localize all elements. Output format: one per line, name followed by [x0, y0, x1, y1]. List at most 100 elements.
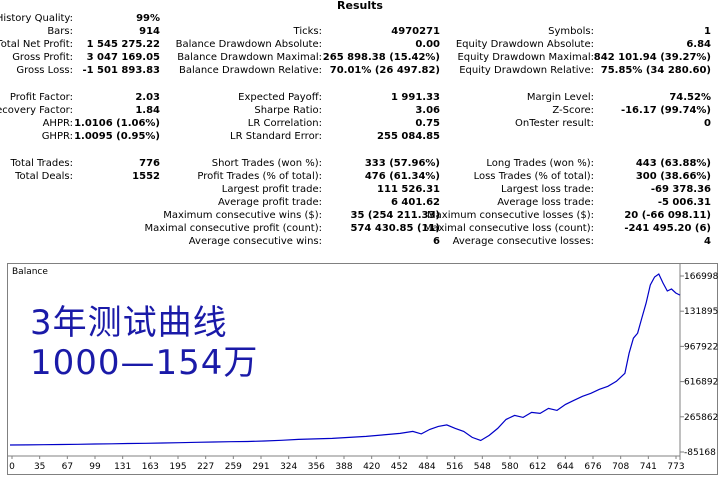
- r2-c2v: 0.00: [415, 39, 440, 50]
- r0-c1v: 99%: [136, 13, 160, 24]
- r10-c3v: 300 (38.66%): [635, 171, 711, 182]
- r12-c2v: 6 401.62: [390, 197, 440, 208]
- r1-c1l: Bars:: [47, 26, 73, 37]
- r3-c2v: 265 898.38 (15.42%): [322, 52, 440, 63]
- overlay-caption-line1: 3年测试曲线: [30, 303, 228, 343]
- r9-c1v: 776: [139, 158, 160, 169]
- r7-c3l: OnTester result:: [514, 118, 594, 129]
- results-stats-table: History Quality: 99% Bars: 914 Ticks: 4970271…: [0, 10, 720, 260]
- r10-c1v: 1552: [132, 171, 160, 182]
- r15-c3l: Average consecutive losses:: [452, 236, 594, 247]
- x-tick-label: 35: [34, 462, 45, 472]
- r12-c3l: Average loss trade:: [497, 197, 594, 208]
- y-tick-label: 265862: [684, 413, 718, 423]
- x-tick-label: 516: [446, 462, 463, 472]
- r8-c1v: 1.0095 (0.95%): [74, 131, 160, 142]
- x-tick-label: 452: [391, 462, 408, 472]
- r6-c2l: Sharpe Ratio:: [254, 105, 322, 116]
- r10-c3l: Loss Trades (% of total):: [473, 171, 594, 182]
- r7-c2l: LR Correlation:: [247, 118, 322, 129]
- r13-c3l: Maximum consecutive losses ($):: [427, 210, 594, 221]
- r10-c2l: Profit Trades (% of total):: [197, 171, 322, 182]
- r1-c1v: 914: [139, 26, 160, 37]
- r11-c2v: 111 526.31: [377, 184, 440, 195]
- r15-c3v: 4: [704, 236, 711, 247]
- r12-c2l: Average profit trade:: [217, 197, 322, 208]
- x-tick-label: 644: [557, 462, 574, 472]
- y-tick-label: 1669982: [684, 272, 719, 282]
- r2-c1l: Total Net Profit:: [0, 39, 73, 50]
- x-tick-label: 227: [197, 462, 214, 472]
- r13-c3v: 20 (-66 098.11): [624, 210, 711, 221]
- r6-c1v: 1.84: [135, 105, 160, 116]
- x-tick-label: 291: [252, 462, 269, 472]
- r3-c1l: Gross Profit:: [12, 52, 73, 63]
- x-tick-label: 388: [335, 462, 352, 472]
- x-tick-label: 548: [474, 462, 491, 472]
- r15-c2v: 6: [433, 236, 440, 247]
- r2-c3l: Equity Drawdown Absolute:: [455, 39, 594, 50]
- x-tick-label: 484: [418, 462, 435, 472]
- r14-c2l: Maximal consecutive profit (count):: [144, 223, 322, 234]
- x-tick-label: 131: [114, 462, 131, 472]
- x-tick-label: 0: [9, 462, 15, 472]
- r14-c3v: -241 495.20 (6): [624, 223, 711, 234]
- y-tick-label: 616892: [684, 378, 718, 388]
- r7-c3v: 0: [704, 118, 711, 129]
- r7-c1v: 1.0106 (1.06%): [74, 118, 160, 129]
- x-tick-label: 99: [89, 462, 101, 472]
- r5-c1v: 2.03: [135, 92, 160, 103]
- r9-c3l: Long Trades (won %):: [486, 158, 594, 169]
- r9-c1l: Total Trades:: [10, 158, 74, 169]
- r5-c3v: 74.52%: [669, 92, 711, 103]
- r14-c3l: Maximal consecutive loss (count):: [423, 223, 594, 234]
- r10-c1l: Total Deals:: [15, 171, 73, 182]
- r11-c3v: -69 378.36: [650, 184, 711, 195]
- r1-c3v: 1: [704, 26, 711, 37]
- r1-c2l: Ticks:: [293, 26, 322, 37]
- x-tick-label: 259: [225, 462, 242, 472]
- r4-c1v: -1 501 893.83: [82, 65, 160, 76]
- y-tick-label: 1318958: [684, 307, 719, 317]
- x-tick-label: 356: [308, 462, 325, 472]
- overlay-caption-line2: 1000—154万: [30, 343, 259, 383]
- x-tick-label: 708: [612, 462, 629, 472]
- r4-c3l: Equity Drawdown Relative:: [459, 65, 594, 76]
- r11-c3l: Largest loss trade:: [501, 184, 594, 195]
- r7-c2v: 0.75: [415, 118, 440, 129]
- x-tick-label: 195: [169, 462, 186, 472]
- r4-c2v: 70.01% (26 497.82): [329, 65, 440, 76]
- r5-c2l: Expected Payoff:: [238, 92, 322, 103]
- r5-c1l: Profit Factor:: [9, 92, 73, 103]
- r1-c3l: Symbols:: [548, 26, 594, 37]
- r8-c2l: LR Standard Error:: [230, 131, 322, 142]
- x-tick-label: 741: [640, 462, 657, 472]
- y-tick-label: 967922: [684, 342, 718, 352]
- r6-c3l: Z-Score:: [552, 105, 594, 116]
- r1-c2v: 4970271: [391, 26, 440, 37]
- r6-c3v: -16.17 (99.74%): [620, 105, 711, 116]
- x-tick-label: 773: [667, 462, 684, 472]
- r2-c3v: 6.84: [686, 39, 711, 50]
- r2-c2l: Balance Drawdown Absolute:: [175, 39, 322, 50]
- r8-c2v: 255 084.85: [377, 131, 440, 142]
- x-tick-label: 163: [142, 462, 159, 472]
- r4-c2l: Balance Drawdown Relative:: [178, 65, 322, 76]
- y-tick-label: -85168: [684, 448, 716, 458]
- r15-c2l: Average consecutive wins:: [188, 236, 322, 247]
- r9-c2v: 333 (57.96%): [364, 158, 440, 169]
- x-tick-label: 420: [363, 462, 380, 472]
- r9-c3v: 443 (63.88%): [635, 158, 711, 169]
- r10-c2v: 476 (61.34%): [364, 171, 440, 182]
- r7-c1l: AHPR:: [42, 118, 73, 129]
- balance-chart: Balance 16699821318958967922616892265862…: [7, 263, 719, 475]
- r4-c1l: Gross Loss:: [16, 65, 73, 76]
- r6-c2v: 3.06: [415, 105, 440, 116]
- r5-c2v: 1 991.33: [390, 92, 440, 103]
- r3-c2l: Balance Drawdown Maximal:: [177, 52, 322, 63]
- x-tick-label: 676: [584, 462, 601, 472]
- r4-c3v: 75.85% (34 280.60): [600, 65, 711, 76]
- r2-c1v: 1 545 275.22: [86, 39, 160, 50]
- r13-c2l: Maximum consecutive wins ($):: [163, 210, 322, 221]
- r12-c3v: -5 006.31: [657, 197, 711, 208]
